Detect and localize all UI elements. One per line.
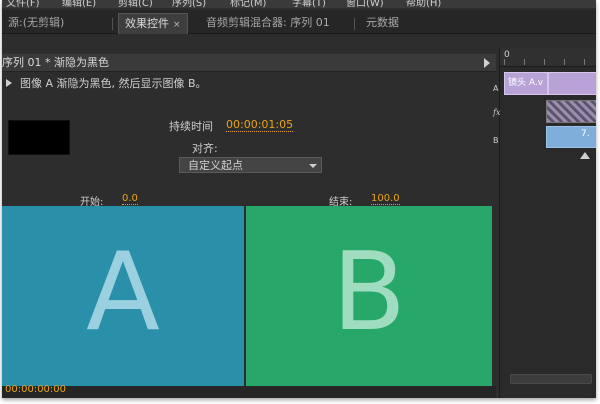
description-text: 图像 A 渐隐为黑色, 然后显示图像 B。 bbox=[20, 77, 207, 90]
play-preview-icon[interactable] bbox=[6, 79, 12, 87]
panel-tab-bar: 源:(无剪辑) 效果控件 × 音频剪辑混合器: 序列 01 元数据 bbox=[2, 10, 596, 34]
mini-timeline[interactable]: 0 A fx B 镜头 A.v 7. bbox=[493, 48, 596, 398]
duration-label: 持续时间 bbox=[169, 120, 213, 133]
preview-b-letter: B bbox=[331, 230, 407, 355]
fx-icon: fx bbox=[493, 108, 501, 117]
menu-clip[interactable]: 剪辑(C) bbox=[118, 0, 153, 8]
close-icon[interactable]: × bbox=[173, 20, 181, 30]
preview-a-letter: A bbox=[86, 230, 160, 355]
ruler-tick bbox=[564, 59, 565, 65]
current-timecode[interactable]: 00:00:00:00 bbox=[5, 384, 66, 395]
tab-source-label: 源:(无剪辑) bbox=[8, 16, 65, 29]
play-arrow-icon[interactable] bbox=[484, 58, 490, 68]
menu-file[interactable]: 文件(F) bbox=[6, 0, 40, 8]
menu-sequence[interactable]: 序列(S) bbox=[172, 0, 206, 8]
track-label-a: A bbox=[493, 84, 499, 93]
tab-source[interactable]: 源:(无剪辑) bbox=[2, 13, 70, 33]
start-value[interactable]: 0.0 bbox=[122, 193, 138, 205]
ruler-tick bbox=[504, 59, 505, 65]
preview-b[interactable]: B bbox=[246, 206, 492, 386]
ruler-tick bbox=[544, 59, 545, 65]
transition-description: 图像 A 渐隐为黑色, 然后显示图像 B。 bbox=[6, 75, 207, 91]
menu-edit[interactable]: 编辑(E) bbox=[62, 0, 96, 8]
track-label-b: B bbox=[493, 136, 499, 145]
ruler-tick bbox=[524, 59, 525, 65]
end-value[interactable]: 100.0 bbox=[371, 193, 400, 205]
chevron-down-icon bbox=[309, 164, 317, 168]
tab-metadata[interactable]: 元数据 bbox=[360, 13, 405, 33]
tab-metadata-label: 元数据 bbox=[366, 16, 399, 29]
clip-b-label: 7. bbox=[581, 129, 590, 139]
timeline-scrollbar[interactable] bbox=[510, 374, 592, 384]
ruler-tick bbox=[584, 59, 585, 65]
tab-divider bbox=[354, 18, 355, 30]
app-window: 文件(F) 编辑(E) 剪辑(C) 序列(S) 标记(M) 字幕(T) 窗口(W… bbox=[2, 0, 596, 398]
timecode-strip: 00:00:00:00 bbox=[2, 384, 496, 398]
duration-value[interactable]: 00:00:01:05 bbox=[226, 118, 294, 132]
time-ruler[interactable]: 0 bbox=[500, 48, 596, 67]
tab-effect-controls-label: 效果控件 bbox=[125, 17, 169, 30]
menu-window[interactable]: 窗口(W) bbox=[346, 0, 384, 8]
menu-marker[interactable]: 标记(M) bbox=[230, 0, 266, 8]
tab-divider bbox=[112, 18, 113, 30]
tab-effect-controls[interactable]: 效果控件 × bbox=[118, 13, 188, 34]
clip-a-label: 镜头 A.v bbox=[508, 78, 544, 88]
menu-bar: 文件(F) 编辑(E) 剪辑(C) 序列(S) 标记(M) 字幕(T) 窗口(W… bbox=[2, 0, 596, 8]
tab-audio-clip-mixer-label: 音频剪辑混合器: 序列 01 bbox=[206, 16, 330, 29]
clip-a-tail[interactable] bbox=[548, 72, 596, 95]
transition-thumbnail bbox=[8, 120, 70, 155]
transition-clip[interactable] bbox=[546, 100, 596, 123]
playhead-icon[interactable] bbox=[580, 152, 590, 159]
alignment-selected-value: 自定义起点 bbox=[188, 159, 243, 172]
menu-title[interactable]: 字幕(T) bbox=[292, 0, 326, 8]
alignment-select[interactable]: 自定义起点 bbox=[179, 157, 322, 173]
sequence-title: 序列 01 * 渐隐为黑色 bbox=[2, 56, 109, 69]
alignment-label: 对齐: bbox=[192, 142, 218, 155]
clip-a[interactable]: 镜头 A.v bbox=[504, 72, 548, 95]
clip-b[interactable]: 7. bbox=[546, 126, 596, 148]
menu-help[interactable]: 帮助(H) bbox=[406, 0, 441, 8]
tab-audio-clip-mixer[interactable]: 音频剪辑混合器: 序列 01 bbox=[200, 13, 336, 33]
sequence-header: 序列 01 * 渐隐为黑色 bbox=[2, 54, 496, 72]
preview-a[interactable]: A bbox=[2, 206, 244, 386]
